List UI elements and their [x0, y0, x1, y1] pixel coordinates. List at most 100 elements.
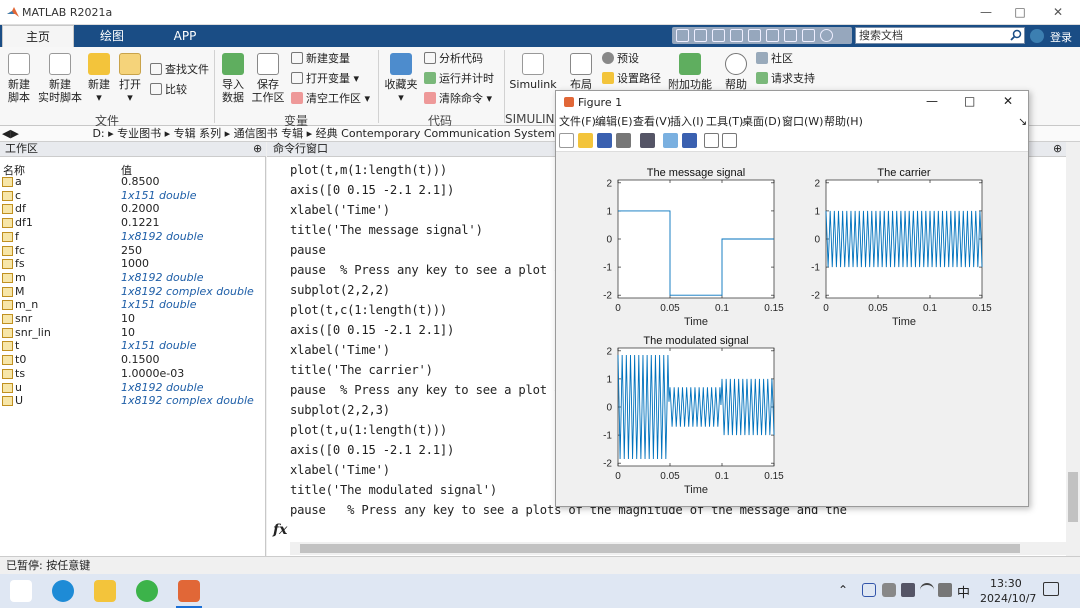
- workspace-variable-row[interactable]: f 1x8192 double: [0, 230, 266, 244]
- new-variable-button[interactable]: 新建变量: [291, 52, 350, 66]
- pointer-icon[interactable]: [704, 133, 719, 148]
- workspace-variable-row[interactable]: M 1x8192 complex double: [0, 285, 266, 299]
- clear-commands-button[interactable]: 清除命令 ▾: [424, 92, 492, 106]
- workspace-variable-row[interactable]: snr_lin 10: [0, 326, 266, 340]
- favorites-button[interactable]: 收藏夹 ▾: [383, 53, 419, 104]
- maximize-button[interactable]: □: [1010, 4, 1030, 20]
- workspace-variable-row[interactable]: fc 250: [0, 244, 266, 258]
- tab-apps[interactable]: APP: [160, 25, 210, 47]
- figure-plot-area[interactable]: -2 -1 0 1 2 0 0.05 0.1 0.15 The message signal Tim…: [556, 152, 1028, 506]
- open-button[interactable]: 打开 ▾: [117, 53, 143, 104]
- login-link[interactable]: 登录: [1050, 29, 1072, 45]
- colorbar-icon[interactable]: [663, 133, 678, 148]
- figure-menu-item[interactable]: 查看(V): [633, 113, 671, 130]
- compare-button[interactable]: 比较: [150, 83, 187, 97]
- save-workspace-button[interactable]: 保存 工作区: [250, 53, 286, 104]
- layout-button[interactable]: 布局: [566, 53, 596, 91]
- workspace-variable-row[interactable]: m 1x8192 double: [0, 271, 266, 285]
- legend-icon[interactable]: [682, 133, 697, 148]
- request-support-button[interactable]: 请求支持: [756, 72, 815, 86]
- figure-menu-item[interactable]: 帮助(H): [824, 113, 863, 130]
- workspace-variable-row[interactable]: snr 10: [0, 312, 266, 326]
- workspace-variable-row[interactable]: t0 0.1500: [0, 353, 266, 367]
- redo-icon[interactable]: [766, 29, 779, 42]
- help-button[interactable]: 帮助: [722, 53, 750, 91]
- scrollbar-thumb[interactable]: [1068, 472, 1078, 522]
- clock-date[interactable]: 2024/10/7: [980, 592, 1036, 605]
- fx-prompt-icon[interactable]: fx: [273, 522, 287, 538]
- import-data-button[interactable]: 导入 数据: [219, 53, 247, 104]
- figure-menu-item[interactable]: 窗口(W): [782, 113, 823, 130]
- volume-icon[interactable]: [938, 583, 952, 597]
- close-button[interactable]: ✕: [1048, 4, 1068, 20]
- wechat-icon[interactable]: [136, 580, 158, 602]
- add-ons-button[interactable]: 附加功能: [668, 53, 712, 91]
- current-folder-path[interactable]: D: ▸ 专业图书 ▸ 专辑 系列 ▸ 通信图书 专辑 ▸ 经典 Contemp…: [92, 127, 587, 140]
- figure-menu-item[interactable]: 文件(F): [559, 113, 596, 130]
- figure-close-button[interactable]: ✕: [1003, 94, 1013, 108]
- new-live-script-button[interactable]: 新建 实时脚本: [38, 53, 82, 104]
- settings-icon[interactable]: [820, 29, 833, 42]
- find-files-button[interactable]: 查找文件: [150, 63, 209, 77]
- help-icon[interactable]: [802, 29, 815, 42]
- simulink-button[interactable]: Simulink: [509, 53, 557, 91]
- figure-maximize-button[interactable]: □: [964, 94, 975, 108]
- chevron-up-icon[interactable]: ⌃: [838, 583, 848, 597]
- matlab-taskbar-icon[interactable]: [178, 580, 200, 602]
- save-icon[interactable]: [676, 29, 689, 42]
- workspace-variable-row[interactable]: ts 1.0000e-03: [0, 367, 266, 381]
- paste-icon[interactable]: [730, 29, 743, 42]
- workspace-variable-row[interactable]: a 0.8500: [0, 175, 266, 189]
- figure-menu-item[interactable]: 桌面(D): [742, 113, 781, 130]
- tab-plots[interactable]: 绘图: [84, 25, 140, 47]
- filter-icon[interactable]: [1030, 29, 1044, 43]
- panel-menu-icon[interactable]: ⊕: [253, 142, 262, 156]
- back-arrow-icon[interactable]: ◀: [0, 127, 10, 140]
- workspace-variable-row[interactable]: U 1x8192 complex double: [0, 394, 266, 408]
- link-plot-icon[interactable]: [640, 133, 655, 148]
- minimize-button[interactable]: —: [976, 4, 996, 20]
- figure-menu-item[interactable]: 工具(T): [706, 113, 743, 130]
- undo-icon[interactable]: [748, 29, 761, 42]
- horizontal-scrollbar[interactable]: [290, 542, 1066, 555]
- panel-menu-icon[interactable]: ⊕: [1053, 142, 1062, 156]
- workspace-variable-row[interactable]: c 1x151 double: [0, 189, 266, 203]
- figure-menu-item[interactable]: 插入(I): [670, 113, 704, 130]
- tray-app-icon[interactable]: [882, 583, 896, 597]
- community-button[interactable]: 社区: [756, 52, 793, 66]
- shield-icon[interactable]: [862, 583, 876, 597]
- workspace-variable-row[interactable]: t 1x151 double: [0, 339, 266, 353]
- new-button[interactable]: 新建 ▾: [86, 53, 112, 104]
- workspace-variable-row[interactable]: df 0.2000: [0, 202, 266, 216]
- switch-windows-icon[interactable]: [784, 29, 797, 42]
- clear-workspace-button[interactable]: 清空工作区 ▾: [291, 92, 370, 106]
- notification-icon[interactable]: [1043, 582, 1059, 596]
- set-path-button[interactable]: 设置路径: [602, 72, 661, 86]
- workspace-variable-row[interactable]: fs 1000: [0, 257, 266, 271]
- dock-arrow-icon[interactable]: ↘: [1018, 113, 1027, 130]
- analyze-code-button[interactable]: 分析代码: [424, 52, 483, 66]
- windows-start-icon[interactable]: [10, 580, 32, 602]
- new-figure-icon[interactable]: [559, 133, 574, 148]
- open-variable-button[interactable]: 打开变量 ▾: [291, 72, 359, 86]
- property-editor-icon[interactable]: [722, 133, 737, 148]
- workspace-variable-row[interactable]: m_n 1x151 double: [0, 298, 266, 312]
- open-file-icon[interactable]: [578, 133, 593, 148]
- copy-icon[interactable]: [712, 29, 725, 42]
- print-icon[interactable]: [616, 133, 631, 148]
- figure-menu-item[interactable]: 编辑(E): [595, 113, 633, 130]
- file-explorer-icon[interactable]: [94, 580, 116, 602]
- scrollbar-thumb[interactable]: [300, 544, 1020, 553]
- preferences-button[interactable]: 预设: [602, 52, 639, 66]
- clock-time[interactable]: 13:30: [990, 577, 1022, 590]
- new-script-button[interactable]: 新建 脚本: [4, 53, 34, 104]
- edge-icon[interactable]: [52, 580, 74, 602]
- search-input[interactable]: 搜索文档: [855, 27, 1025, 44]
- search-icon[interactable]: [1010, 29, 1022, 41]
- save-figure-icon[interactable]: [597, 133, 612, 148]
- workspace-variable-row[interactable]: df1 0.1221: [0, 216, 266, 230]
- figure-minimize-button[interactable]: —: [926, 94, 938, 108]
- vertical-scrollbar[interactable]: [1066, 142, 1080, 556]
- forward-arrow-icon[interactable]: ▶: [10, 127, 18, 140]
- ime-indicator[interactable]: 中: [957, 582, 970, 601]
